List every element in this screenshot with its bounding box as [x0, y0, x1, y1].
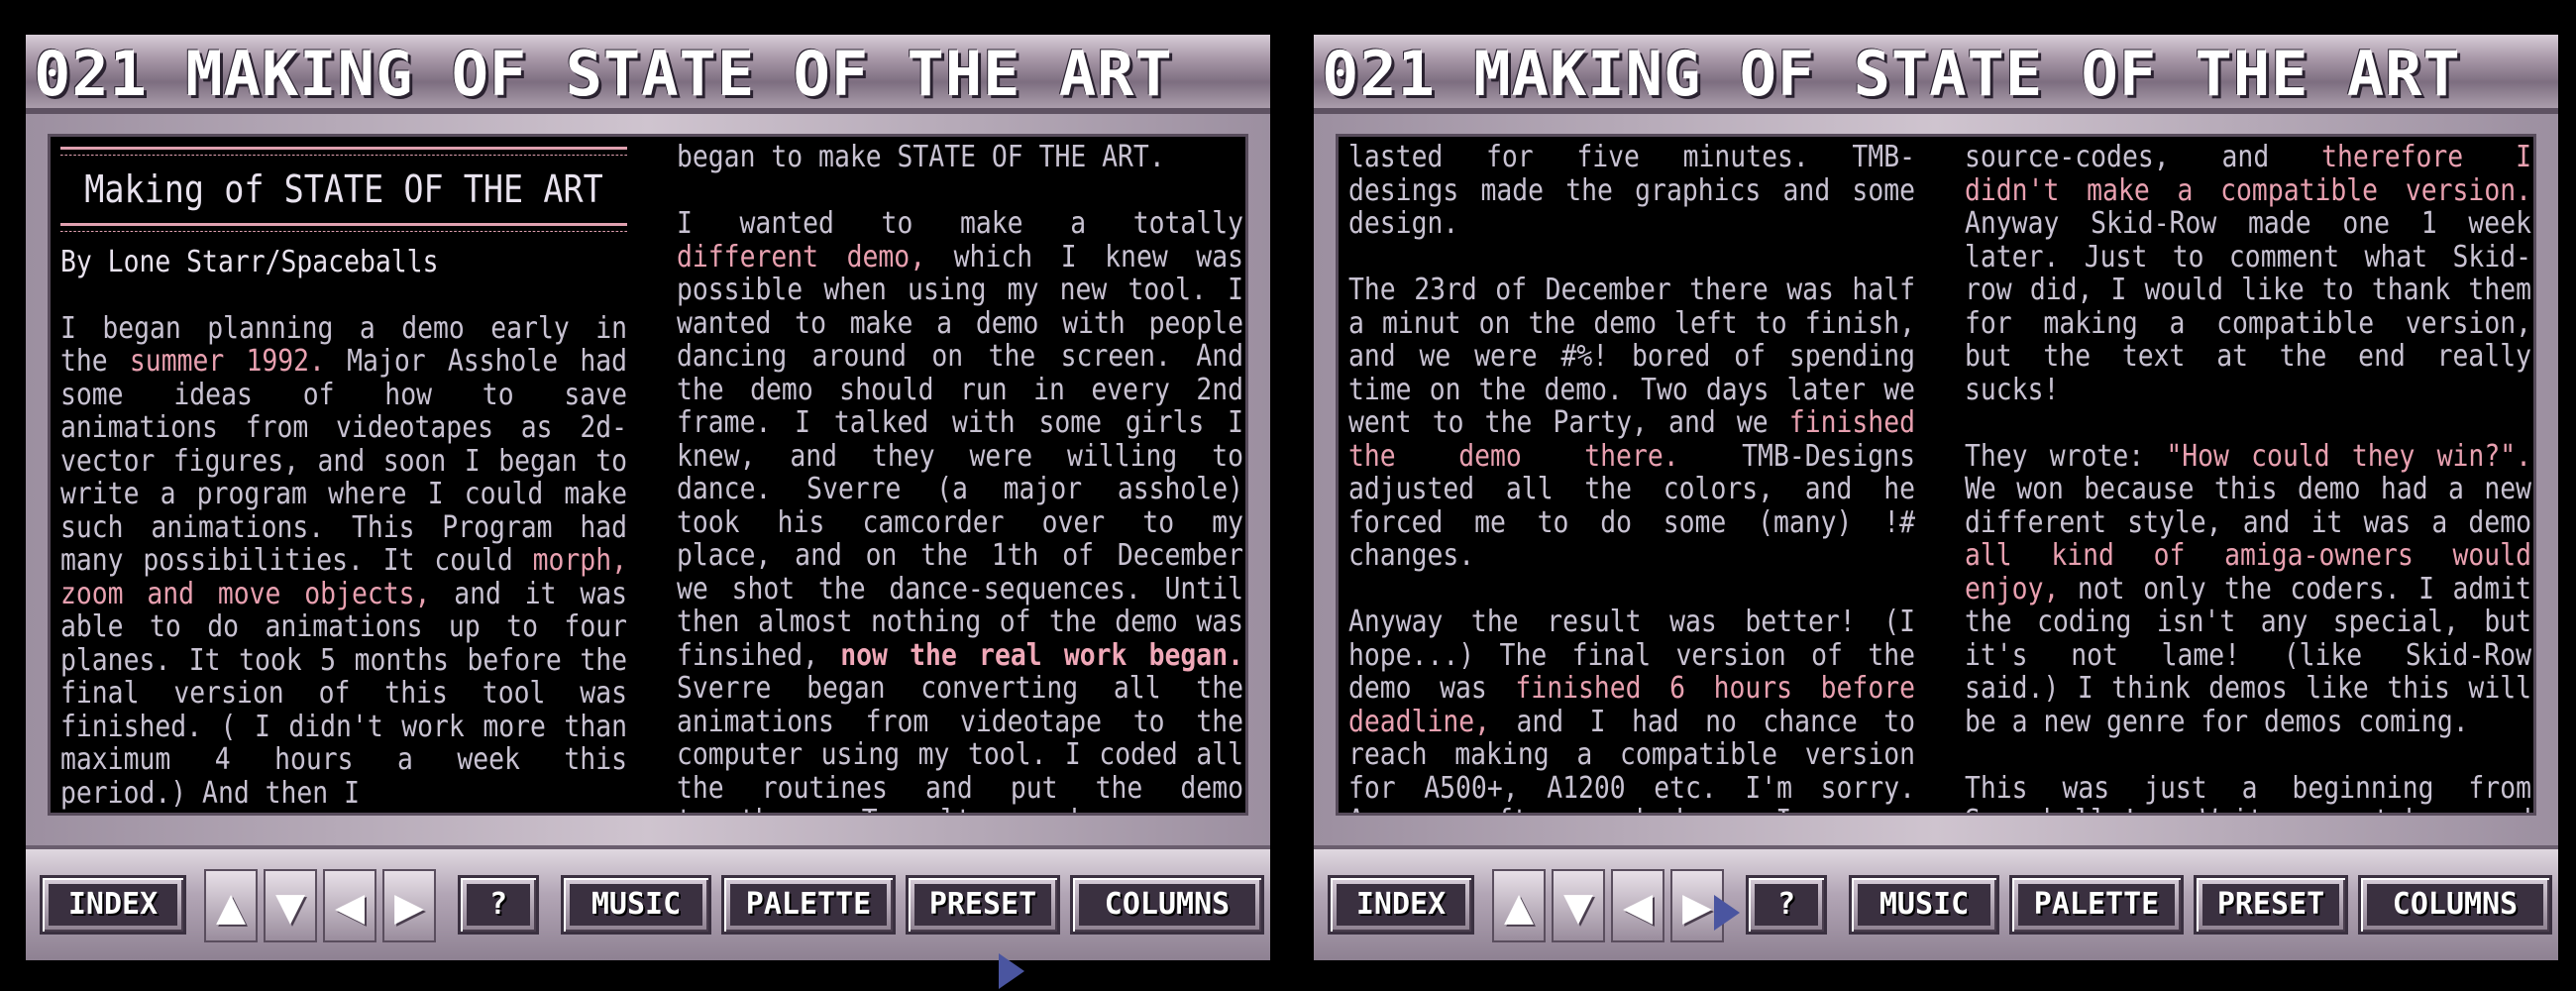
reader-window-left: 021 MAKING OF STATE OF THE ART Making of…	[26, 35, 1270, 960]
title-bar: 021 MAKING OF STATE OF THE ART	[1314, 35, 2558, 114]
palette-button[interactable]: PALETTE	[721, 875, 896, 935]
highlight-text: "How could they win?".	[2166, 438, 2531, 474]
article-number-title: 021 MAKING OF STATE OF THE ART	[1322, 38, 2461, 110]
text-column-2: source-codes, and therefore I didn't mak…	[1965, 140, 2531, 813]
paragraph: They wrote: "How could they win?". We wo…	[1965, 438, 2531, 739]
paragraph: Anyway the result was better! (I hope...…	[1348, 605, 1915, 813]
text-screen[interactable]: Making of STATE OF THE ART By Lone Starr…	[48, 134, 1248, 816]
preset-button[interactable]: PRESET	[906, 875, 1060, 935]
paragraph: This was just a beginning from Spaceball…	[1965, 770, 2531, 813]
down-arrow-icon[interactable]: ▼	[1552, 869, 1605, 942]
article-heading: Making of STATE OF THE ART	[60, 147, 627, 232]
highlight-text: now the real work began.	[840, 637, 1243, 673]
heading-rule-bottom	[60, 223, 627, 232]
index-button[interactable]: INDEX	[40, 875, 186, 935]
right-arrow-icon[interactable]: ▶	[382, 869, 436, 942]
down-arrow-icon[interactable]: ▼	[264, 869, 317, 942]
highlight-text: summer 1992.	[129, 344, 325, 379]
article-title: Making of STATE OF THE ART	[84, 167, 603, 211]
mouse-pointer-icon	[999, 953, 1024, 989]
title-bar: 021 MAKING OF STATE OF THE ART	[26, 35, 1270, 114]
text-column-1: lasted for five minutes. TMB-desings mad…	[1348, 140, 1915, 813]
heading-rule-top	[60, 147, 627, 156]
columns-button[interactable]: COLUMNS	[1070, 875, 1264, 935]
left-arrow-icon[interactable]: ◀	[1611, 869, 1664, 942]
paragraph: source-codes, and therefore I didn't mak…	[1965, 140, 2531, 407]
text-column-2: began to make STATE OF THE ART. I wanted…	[677, 140, 1243, 813]
up-arrow-icon[interactable]: ▲	[204, 869, 258, 942]
paragraph: I wanted to make a totally different dem…	[677, 206, 1243, 813]
toolbar: INDEX ▲ ▼ ◀ ▶ ? MUSIC PALETTE PRESET COL…	[26, 845, 1270, 960]
text-frame: lasted for five minutes. TMB-desings mad…	[1314, 114, 2558, 845]
mouse-pointer-icon	[1714, 895, 1740, 931]
toolbar: INDEX ▲ ▼ ◀ ▶ ? MUSIC PALETTE PRESET COL…	[1314, 845, 2558, 960]
text-frame: Making of STATE OF THE ART By Lone Starr…	[26, 114, 1270, 845]
help-button[interactable]: ?	[1746, 875, 1827, 935]
text-screen[interactable]: lasted for five minutes. TMB-desings mad…	[1336, 134, 2536, 816]
paragraph: lasted for five minutes. TMB-desings mad…	[1348, 140, 1915, 241]
preset-button[interactable]: PRESET	[2194, 875, 2348, 935]
paragraph: The 23rd of December there was half a mi…	[1348, 273, 1915, 573]
article-number-title: 021 MAKING OF STATE OF THE ART	[34, 38, 1173, 110]
paragraph: I began planning a demo early in the sum…	[60, 310, 628, 811]
music-button[interactable]: MUSIC	[561, 875, 711, 935]
columns-button[interactable]: COLUMNS	[2358, 875, 2552, 935]
text-column-1: Making of STATE OF THE ART By Lone Starr…	[60, 141, 627, 810]
reader-window-right: 021 MAKING OF STATE OF THE ART lasted fo…	[1314, 35, 2558, 960]
music-button[interactable]: MUSIC	[1849, 875, 1999, 935]
palette-button[interactable]: PALETTE	[2009, 875, 2184, 935]
highlight-text: different demo,	[677, 239, 926, 275]
left-arrow-icon[interactable]: ◀	[323, 869, 376, 942]
index-button[interactable]: INDEX	[1328, 875, 1474, 935]
help-button[interactable]: ?	[458, 875, 539, 935]
article-byline: By Lone Starr/Spaceballs	[60, 245, 439, 279]
up-arrow-icon[interactable]: ▲	[1492, 869, 1546, 942]
paragraph: began to make STATE OF THE ART.	[677, 140, 1165, 174]
